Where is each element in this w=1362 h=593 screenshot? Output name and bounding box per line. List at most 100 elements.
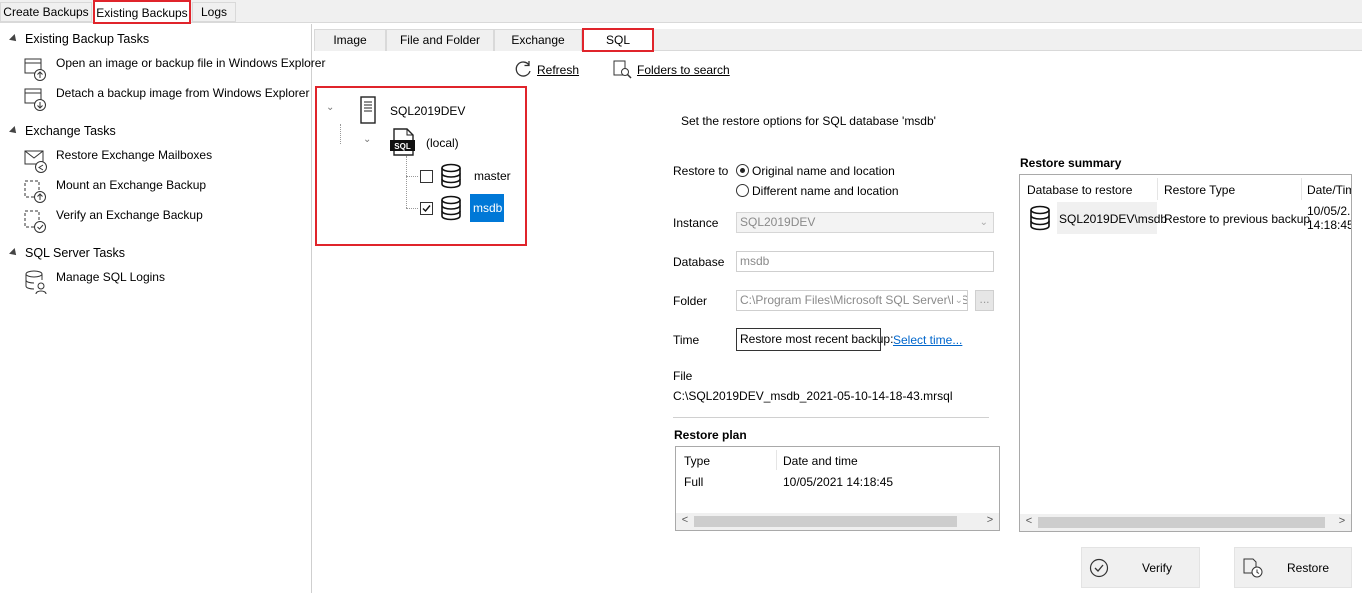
restore-type-tab-bar: Image File and Folder Exchange SQL xyxy=(314,28,1362,52)
restore-plan-grid[interactable]: Type Date and time Full 10/05/2021 14:18… xyxy=(675,446,1000,531)
tree-db-master[interactable]: master xyxy=(474,169,511,183)
sql-logins-icon xyxy=(25,270,47,295)
restore-label: Restore xyxy=(1287,561,1330,575)
select-time-link[interactable]: Select time... xyxy=(893,333,962,347)
task-label: Manage SQL Logins xyxy=(56,270,165,284)
refresh-icon[interactable] xyxy=(513,59,533,79)
instance-value: SQL2019DEV xyxy=(740,215,816,229)
database-tree: ⌄ SQL2019DEV ⌄ SQL (local) master msdb xyxy=(315,86,527,246)
dropdown-arrow-icon: ⌄ xyxy=(952,291,963,310)
options-header: Set the restore options for SQL database… xyxy=(681,114,936,128)
server-icon xyxy=(360,96,376,124)
database-label: Database xyxy=(673,255,725,269)
verify-label: Verify xyxy=(1142,561,1173,575)
database-icon xyxy=(441,195,461,221)
folders-to-search-link[interactable]: Folders to search xyxy=(637,63,730,77)
tree-line xyxy=(406,156,407,208)
time-field[interactable]: Restore most recent backup: xyxy=(736,328,893,351)
expand-chevron-icon[interactable]: ⌄ xyxy=(363,134,371,145)
radio-button[interactable] xyxy=(736,184,749,197)
scrollbar-thumb[interactable] xyxy=(1038,517,1325,528)
column-divider xyxy=(776,450,777,470)
summary-row-time[interactable]: 14:18:45 xyxy=(1307,218,1351,232)
restore-button[interactable]: Restore xyxy=(1234,547,1352,588)
sql-instance-icon: SQL xyxy=(390,128,415,156)
browse-folder-button[interactable]: ... xyxy=(975,290,994,311)
column-header-datetime[interactable]: Date/Tim xyxy=(1307,183,1351,197)
radio-original[interactable]: Original name and location xyxy=(736,164,895,178)
tab-image[interactable]: Image xyxy=(314,29,386,51)
radio-label: Different name and location xyxy=(752,184,899,198)
summary-row-type[interactable]: Restore to previous backup xyxy=(1164,212,1310,226)
detach-image-icon xyxy=(24,88,46,111)
folder-value: C:\Program Files\Microsoft SQL Server\MS… xyxy=(740,293,968,307)
tab-logs[interactable]: Logs xyxy=(192,2,236,22)
scroll-left-icon[interactable]: < xyxy=(678,514,692,526)
collapse-icon xyxy=(9,126,19,136)
restore-summary-grid[interactable]: Database to restore Restore Type Date/Ti… xyxy=(1019,174,1352,532)
database-value: msdb xyxy=(740,254,770,268)
restore-plan-title: Restore plan xyxy=(674,428,747,442)
tree-db-msdb[interactable]: msdb xyxy=(470,194,504,222)
tree-line xyxy=(406,176,418,177)
restore-to-label: Restore to xyxy=(673,164,729,178)
column-header-date[interactable]: Date and time xyxy=(783,454,858,468)
folder-select[interactable]: C:\Program Files\Microsoft SQL Server\MS… xyxy=(736,290,968,311)
database-field[interactable]: msdb xyxy=(736,251,994,272)
database-icon xyxy=(441,163,461,189)
scroll-right-icon[interactable]: > xyxy=(1335,515,1349,527)
task-label: Restore Exchange Mailboxes xyxy=(56,148,213,162)
tree-instance-label[interactable]: (local) xyxy=(426,136,459,150)
folder-search-icon[interactable] xyxy=(612,59,632,79)
horizontal-scrollbar[interactable]: < > xyxy=(1020,514,1351,531)
main-tab-bar: Create Backups Existing Backups Logs xyxy=(0,0,1362,24)
instance-select[interactable]: SQL2019DEV ⌄ xyxy=(736,212,994,233)
expand-chevron-icon[interactable]: ⌄ xyxy=(326,102,334,113)
master-checkbox[interactable] xyxy=(420,170,433,183)
section-exchange-tasks[interactable]: Exchange Tasks xyxy=(9,124,116,138)
horizontal-scrollbar[interactable]: < > xyxy=(676,513,999,530)
folder-label: Folder xyxy=(673,294,708,308)
scroll-right-icon[interactable]: > xyxy=(983,514,997,526)
plan-row-date[interactable]: 10/05/2021 14:18:45 xyxy=(783,475,893,489)
tab-sql[interactable]: SQL xyxy=(582,28,654,52)
msdb-checkbox[interactable] xyxy=(420,202,433,215)
scrollbar-thumb[interactable] xyxy=(694,516,957,527)
verify-button[interactable]: Verify xyxy=(1081,547,1200,588)
task-label: Detach a backup image from Windows Explo… xyxy=(56,86,310,100)
task-label: Open an image or backup file in Windows … xyxy=(56,56,326,70)
scroll-left-icon[interactable]: < xyxy=(1022,515,1036,527)
section-title: Existing Backup Tasks xyxy=(25,32,150,46)
column-header-type[interactable]: Type xyxy=(684,454,710,468)
mount-exchange-icon xyxy=(24,180,46,203)
column-header-database[interactable]: Database to restore xyxy=(1027,183,1132,197)
tree-server-label[interactable]: SQL2019DEV xyxy=(390,104,465,118)
plan-row-type[interactable]: Full xyxy=(684,475,703,489)
tab-existing-backups[interactable]: Existing Backups xyxy=(93,0,191,24)
task-pane: Existing Backup Tasks Open an image or b… xyxy=(0,24,325,593)
section-existing-backup-tasks[interactable]: Existing Backup Tasks xyxy=(9,32,150,46)
open-image-icon xyxy=(24,58,46,81)
file-value: C:\SQL2019DEV_msdb_2021-05-10-14-18-43.m… xyxy=(673,389,953,403)
summary-row-date[interactable]: 10/05/2... xyxy=(1307,204,1351,218)
task-label: Verify an Exchange Backup xyxy=(56,208,203,222)
column-header-restore-type[interactable]: Restore Type xyxy=(1164,183,1235,197)
verify-exchange-icon xyxy=(24,210,46,233)
tree-line xyxy=(340,124,341,144)
column-divider xyxy=(1301,178,1302,200)
task-label: Mount an Exchange Backup xyxy=(56,178,207,192)
radio-label: Original name and location xyxy=(752,164,895,178)
restore-icon xyxy=(1243,558,1263,578)
tab-exchange[interactable]: Exchange xyxy=(494,29,582,51)
radio-button[interactable] xyxy=(736,164,749,177)
summary-row-database[interactable]: SQL2019DEV\msdb xyxy=(1059,212,1167,226)
tree-line xyxy=(406,208,418,209)
column-divider xyxy=(1157,178,1158,200)
time-label: Time xyxy=(673,333,700,347)
tab-create-backups[interactable]: Create Backups xyxy=(0,2,92,22)
restore-summary-title: Restore summary xyxy=(1020,156,1122,170)
refresh-link[interactable]: Refresh xyxy=(537,63,579,77)
tab-file-and-folder[interactable]: File and Folder xyxy=(386,29,494,51)
section-sql-server-tasks[interactable]: SQL Server Tasks xyxy=(9,246,125,260)
radio-different[interactable]: Different name and location xyxy=(736,184,899,198)
